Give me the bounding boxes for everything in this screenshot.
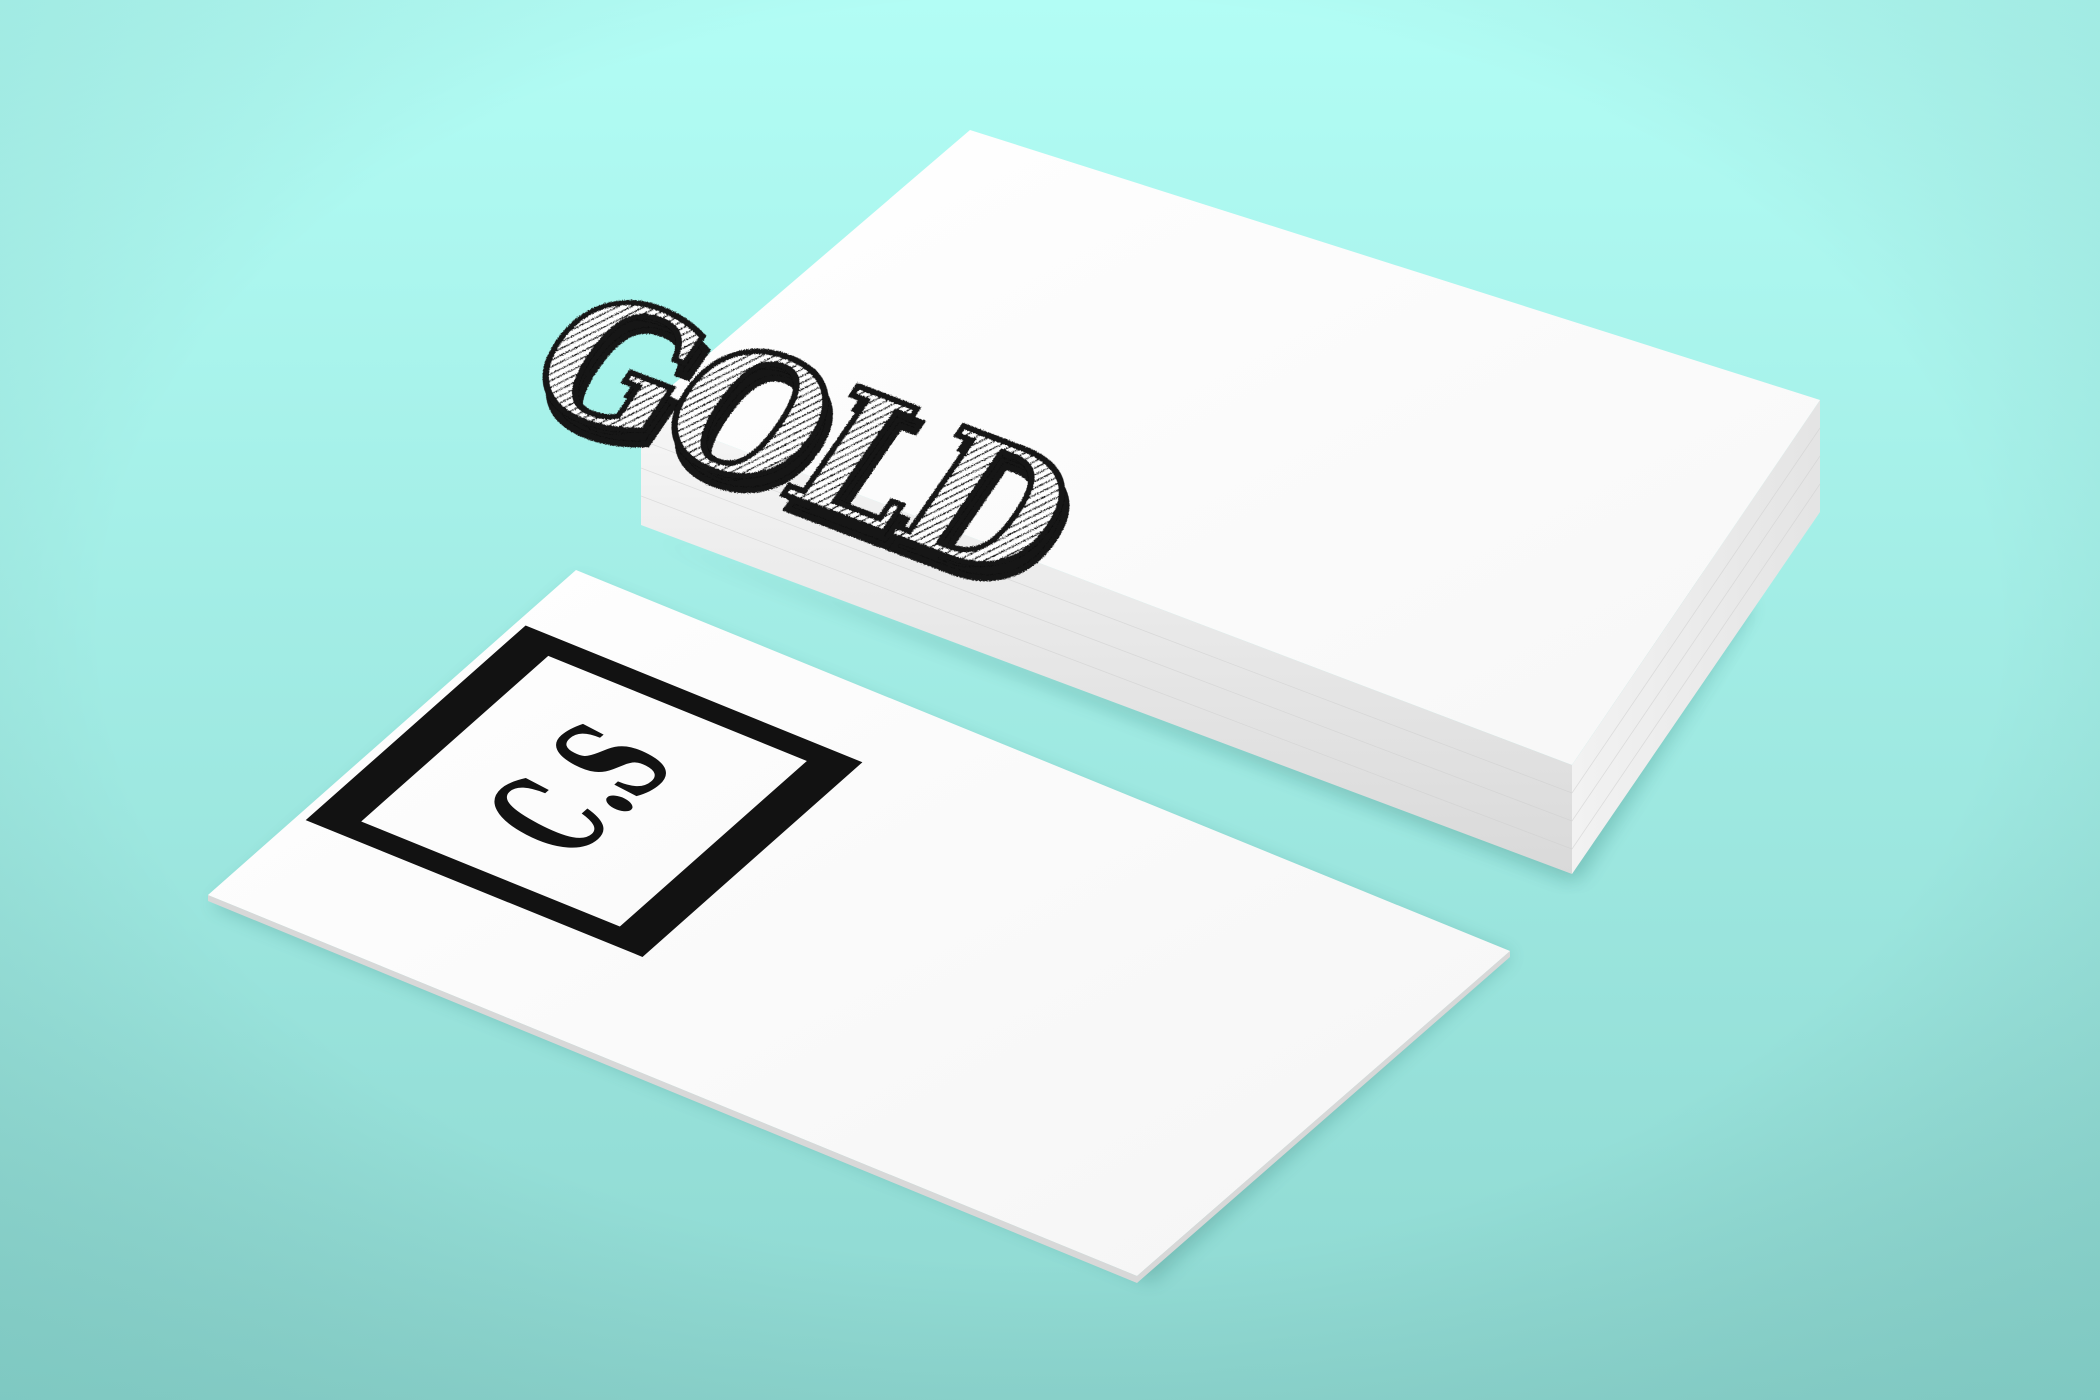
business-card-mockup: GOLD GOLD C.S — [0, 0, 2100, 1400]
